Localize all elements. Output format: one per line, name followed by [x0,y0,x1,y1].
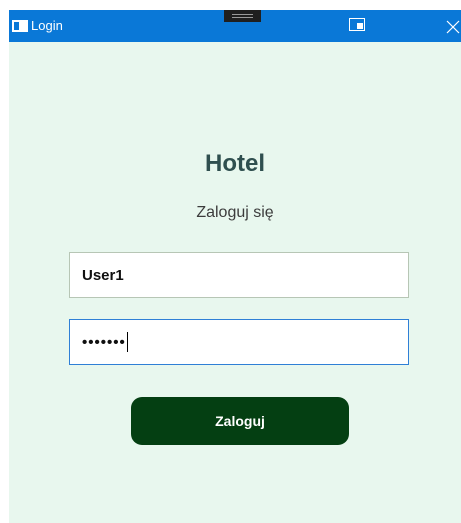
login-button-label: Zaloguj [215,413,265,429]
window-icon [12,20,28,32]
login-button[interactable]: Zaloguj [131,397,349,445]
snap-layout-icon[interactable] [349,18,365,31]
password-value: ••••••• [82,333,126,351]
login-window: Login Hotel Zaloguj się User1 ••••••• Za… [9,10,461,523]
username-value: User1 [82,266,124,284]
drag-handle[interactable] [224,10,261,22]
window-title: Login [31,18,63,33]
password-field[interactable]: ••••••• [69,319,409,365]
close-icon[interactable] [443,16,461,36]
title-bar[interactable]: Login [9,10,461,42]
page-subtitle: Zaloguj się [196,204,274,221]
username-field[interactable]: User1 [69,252,409,298]
text-caret [126,332,128,352]
page-title: Hotel [205,150,265,177]
